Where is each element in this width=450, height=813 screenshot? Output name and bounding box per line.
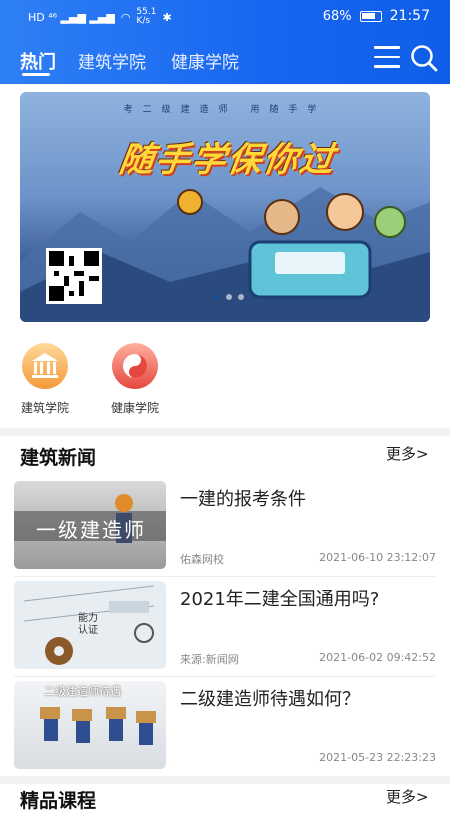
tab-health-academy[interactable]: 健康学院 — [171, 48, 239, 73]
divider — [14, 676, 436, 677]
news-source: 来源:新闻网 — [180, 653, 239, 666]
courses-more-link[interactable]: 更多> — [386, 786, 429, 807]
clock: 21:57 — [389, 8, 430, 24]
thumb-caption: 二级建造师待遇 — [44, 685, 121, 698]
app-header: HD ⁴⁶ ▂▄▆ ▂▄▆ ◠ 55.1 K/s ✱ 68% 21:57 热门 … — [0, 0, 450, 84]
news-section-title: 建筑新闻 — [20, 447, 97, 469]
thumb-caption: 一级建造师 — [36, 518, 146, 542]
news-time: 2021-05-23 22:23:23 — [319, 751, 436, 764]
status-right: 68% 21:57 — [323, 8, 430, 24]
news-thumbnail: 能力 认证 — [14, 581, 166, 669]
status-bar: HD ⁴⁶ ▂▄▆ ▂▄▆ ◠ 55.1 K/s ✱ 68% 21:57 — [0, 0, 450, 34]
bluetooth-icon: ✱ — [162, 10, 172, 24]
news-title: 一建的报考条件 — [180, 489, 306, 510]
news-more-link[interactable]: 更多> — [386, 443, 429, 464]
qr-code — [46, 248, 102, 304]
section-separator — [0, 428, 450, 436]
carousel-indicator — [214, 294, 244, 300]
search-icon[interactable] — [410, 44, 438, 72]
signal-icon: HD ⁴⁶ ▂▄▆ ▂▄▆ — [28, 10, 115, 24]
news-item[interactable]: 二级建造师待遇 二级建造师待遇如何？ 2021-05-23 22:23:23 — [14, 681, 436, 773]
news-time: 2021-06-10 23:12:07 — [319, 551, 436, 564]
banner-caption: 考二级建造师 用随手学 — [123, 105, 327, 115]
net-speed: 55.1 K/s — [136, 7, 157, 26]
thumb-caption: 能力 认证 — [78, 613, 98, 636]
category-label: 健康学院 — [110, 401, 159, 415]
status-left: HD ⁴⁶ ▂▄▆ ▂▄▆ ◠ 55.1 K/s ✱ — [28, 8, 172, 26]
news-item[interactable]: 一级建造师 一建的报考条件 佑森网校 2021-06-10 23:12:07 — [14, 481, 436, 573]
taiji-icon — [112, 343, 158, 389]
news-thumbnail: 二级建造师待遇 — [14, 681, 166, 769]
promo-banner[interactable]: 考二级建造师 用随手学 随手学保你过 — [20, 92, 430, 322]
building-icon — [22, 343, 68, 389]
battery-icon — [359, 10, 382, 22]
news-time: 2021-06-02 09:42:52 — [319, 651, 436, 664]
tab-architecture-academy[interactable]: 建筑学院 — [78, 48, 146, 73]
news-title: 2021年二建全国通用吗? — [180, 589, 380, 610]
news-source: 佑森网校 — [180, 553, 224, 566]
wifi-icon: ◠ — [120, 10, 131, 24]
active-tab-indicator — [22, 73, 50, 76]
news-title: 二级建造师待遇如何？ — [180, 689, 360, 710]
news-item[interactable]: 能力 认证 2021年二建全国通用吗? 来源:新闻网 2021-06-02 09… — [14, 581, 436, 673]
category-architecture[interactable]: 建筑学院 — [10, 343, 80, 416]
news-thumbnail: 一级建造师 — [14, 481, 166, 569]
category-health[interactable]: 健康学院 — [100, 343, 170, 416]
battery-percent: 68% — [322, 8, 352, 24]
divider — [14, 576, 436, 577]
menu-icon[interactable] — [374, 46, 400, 70]
category-label: 建筑学院 — [20, 401, 69, 415]
banner-slogan: 随手学保你过 — [116, 140, 339, 180]
tab-hot[interactable]: 热门 — [20, 48, 56, 74]
section-separator — [0, 776, 450, 784]
category-row: 建筑学院 健康学院 — [0, 335, 450, 425]
